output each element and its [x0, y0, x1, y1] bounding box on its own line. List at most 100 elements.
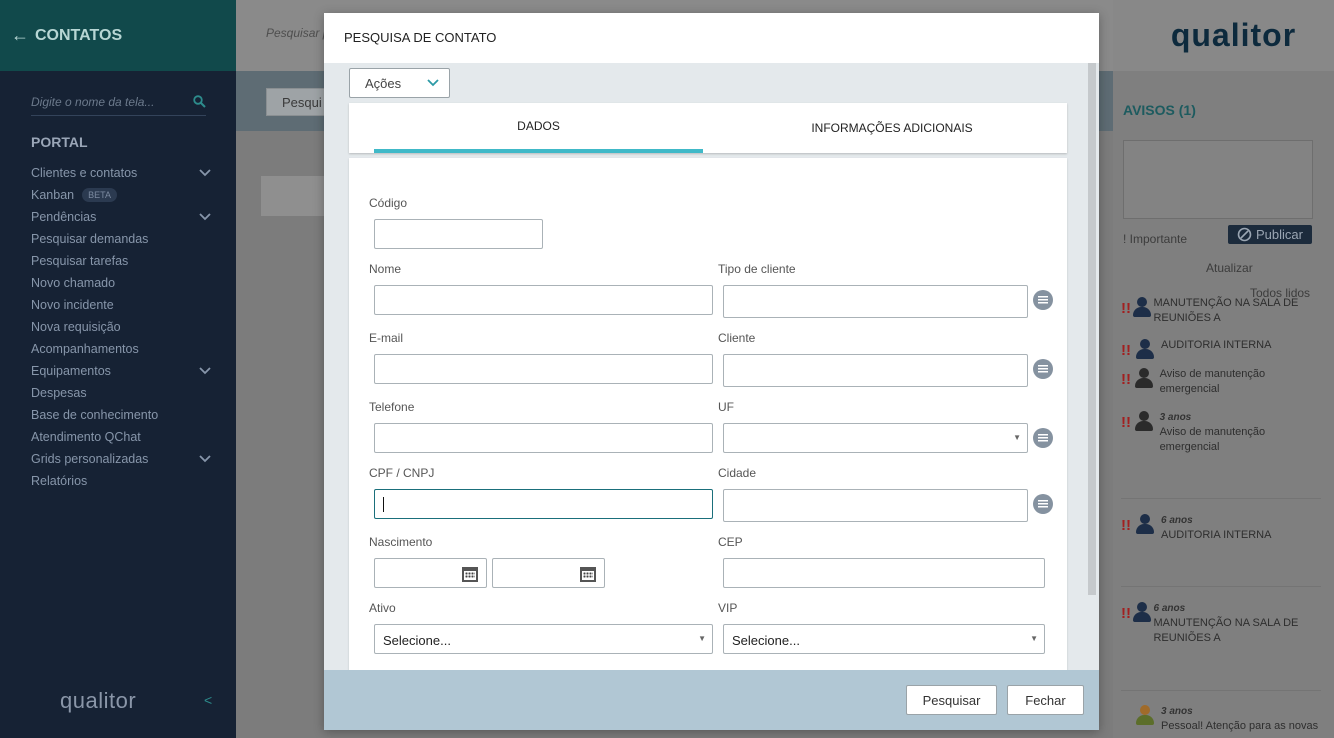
- sidebar-item[interactable]: Nova requisição: [31, 316, 211, 338]
- cidade-input[interactable]: [723, 489, 1028, 522]
- sidebar-item-label: Pesquisar demandas: [31, 232, 149, 246]
- uf-list-icon[interactable]: [1033, 428, 1053, 448]
- aviso-textarea[interactable]: [1123, 140, 1313, 219]
- avatar-icon: [1135, 338, 1155, 360]
- sidebar-item[interactable]: Grids personalizadas: [31, 448, 211, 470]
- pesquisar-button[interactable]: Pesquisar: [906, 685, 997, 715]
- sidebar: ← CONTATOS Digite o nome da tela... PORT…: [0, 0, 236, 738]
- notice-item[interactable]: !! MANUTENÇÃO NA SALA DE REUNIÕES A: [1121, 296, 1321, 326]
- chevron-down-icon[interactable]: [199, 169, 211, 177]
- email-input[interactable]: [374, 354, 713, 384]
- notice-text: AUDITORIA INTERNA: [1161, 338, 1271, 360]
- notice-age: 6 anos: [1161, 515, 1193, 526]
- alert-icon: [1121, 708, 1135, 734]
- modal-title: PESQUISA DE CONTATO: [344, 30, 497, 45]
- calendar-icon[interactable]: [580, 567, 596, 582]
- ativo-label: Ativo: [369, 601, 396, 615]
- tipo-cliente-input[interactable]: [723, 285, 1028, 318]
- fechar-button[interactable]: Fechar: [1007, 685, 1084, 715]
- sidebar-item-label: Equipamentos: [31, 364, 111, 378]
- sidebar-item[interactable]: Pendências: [31, 206, 211, 228]
- collapse-sidebar-icon[interactable]: <: [204, 692, 212, 708]
- notice-item[interactable]: !! 6 anos AUDITORIA INTERNA: [1121, 513, 1321, 543]
- chevron-down-icon[interactable]: [199, 213, 211, 221]
- tab-bar: DADOS INFORMAÇÕES ADICIONAIS: [349, 103, 1067, 153]
- sidebar-menu: Clientes e contatos Kanban BETA Pendências P…: [31, 162, 211, 492]
- cep-input[interactable]: [723, 558, 1045, 588]
- notice-title: Aviso de manutenção emergencial: [1159, 426, 1266, 453]
- alert-icon: !!: [1121, 517, 1131, 534]
- notice-item[interactable]: !! 3 anos Aviso de manutenção emergencial: [1121, 410, 1321, 455]
- cpf-cnpj-input[interactable]: [374, 489, 713, 519]
- modal-scrollbar[interactable]: [1088, 63, 1096, 595]
- sidebar-item[interactable]: Novo incidente: [31, 294, 211, 316]
- codigo-input[interactable]: [374, 219, 543, 249]
- sidebar-search-input[interactable]: Digite o nome da tela...: [31, 88, 206, 116]
- contact-search-form: Código Nome Tipo de cliente E-mail Clien…: [349, 158, 1067, 670]
- telefone-input[interactable]: [374, 423, 713, 453]
- uf-select[interactable]: ▼: [723, 423, 1028, 453]
- sidebar-logo: qualitor: [60, 688, 137, 713]
- sidebar-item-label: Relatórios: [31, 474, 88, 488]
- vip-label: VIP: [718, 601, 738, 615]
- acoes-dropdown[interactable]: Ações: [349, 68, 450, 98]
- sidebar-item-wrap: Pesquisar demandas: [31, 232, 148, 246]
- sidebar-item[interactable]: Kanban BETA: [31, 184, 211, 206]
- cpf-cnpj-label: CPF / CNPJ: [369, 466, 435, 480]
- vip-select[interactable]: Selecione... ▼: [723, 624, 1045, 654]
- nascimento-from-input[interactable]: [374, 558, 487, 588]
- tab-dados[interactable]: DADOS: [374, 103, 703, 153]
- nome-input[interactable]: [374, 285, 713, 315]
- cliente-list-icon[interactable]: [1033, 359, 1053, 379]
- calendar-icon[interactable]: [462, 567, 478, 582]
- atualizar-link[interactable]: Atualizar: [1206, 261, 1253, 275]
- sidebar-item[interactable]: Equipamentos: [31, 360, 211, 382]
- modal-header: PESQUISA DE CONTATO: [324, 13, 1099, 63]
- sidebar-item-wrap: Nova requisição: [31, 320, 121, 334]
- sidebar-item[interactable]: Pesquisar tarefas: [31, 250, 211, 272]
- notice-divider: [1121, 586, 1321, 587]
- sidebar-item-wrap: Relatórios: [31, 474, 87, 488]
- notice-age: 3 anos: [1159, 412, 1192, 423]
- notice-title: MANUTENÇÃO NA SALA DE REUNIÕES A: [1153, 617, 1299, 644]
- notice-item[interactable]: !! Aviso de manutenção emergencial: [1121, 367, 1321, 397]
- chevron-down-icon: [427, 79, 439, 87]
- tab-informacoes-adicionais[interactable]: INFORMAÇÕES ADICIONAIS: [703, 103, 1081, 153]
- email-label: E-mail: [369, 331, 404, 345]
- important-checkbox-label[interactable]: ! Importante: [1123, 232, 1187, 246]
- sidebar-item[interactable]: Pesquisar demandas: [31, 228, 211, 250]
- notice-divider: [1121, 498, 1321, 499]
- chevron-down-icon[interactable]: [199, 455, 211, 463]
- sidebar-item[interactable]: Novo chamado: [31, 272, 211, 294]
- tipo-cliente-list-icon[interactable]: [1033, 290, 1053, 310]
- sidebar-item[interactable]: Clientes e contatos: [31, 162, 211, 184]
- notice-item[interactable]: !! AUDITORIA INTERNA: [1121, 338, 1321, 360]
- search-icon[interactable]: [193, 95, 206, 108]
- cliente-input[interactable]: [723, 354, 1028, 387]
- publicar-button[interactable]: Publicar: [1228, 225, 1312, 244]
- sidebar-item[interactable]: Base de conhecimento: [31, 404, 211, 426]
- avisos-title: AVISOS (1): [1123, 102, 1196, 118]
- sidebar-item[interactable]: Acompanhamentos: [31, 338, 211, 360]
- main-search-placeholder[interactable]: Pesquisar p: [266, 26, 329, 40]
- back-arrow-icon[interactable]: ←: [11, 25, 29, 46]
- chevron-down-icon[interactable]: [199, 367, 211, 375]
- notice-item[interactable]: !! 6 anos MANUTENÇÃO NA SALA DE REUNIÕES A: [1121, 601, 1321, 646]
- notice-title: AUDITORIA INTERNA: [1161, 529, 1272, 541]
- nascimento-to-input[interactable]: [492, 558, 605, 588]
- sidebar-item[interactable]: Atendimento QChat: [31, 426, 211, 448]
- uf-label: UF: [718, 400, 734, 414]
- ativo-select[interactable]: Selecione... ▼: [374, 624, 713, 654]
- sidebar-section-title: PORTAL: [31, 134, 88, 150]
- sidebar-item[interactable]: Despesas: [31, 382, 211, 404]
- cidade-list-icon[interactable]: [1033, 494, 1053, 514]
- notice-text: MANUTENÇÃO NA SALA DE REUNIÕES A: [1153, 296, 1321, 326]
- sidebar-item-label: Grids personalizadas: [31, 452, 149, 466]
- notice-item[interactable]: 3 anos Pessoal! Atenção para as novas: [1121, 704, 1321, 734]
- notices-panel: qualitor AVISOS (1) ! Importante Publica…: [1113, 0, 1334, 738]
- vip-selected-value: Selecione...: [732, 633, 800, 648]
- sidebar-item[interactable]: Relatórios: [31, 470, 211, 492]
- sidebar-item-label: Kanban: [31, 188, 75, 202]
- dropdown-arrow-icon: ▼: [698, 634, 706, 643]
- avatar-icon: [1134, 410, 1154, 432]
